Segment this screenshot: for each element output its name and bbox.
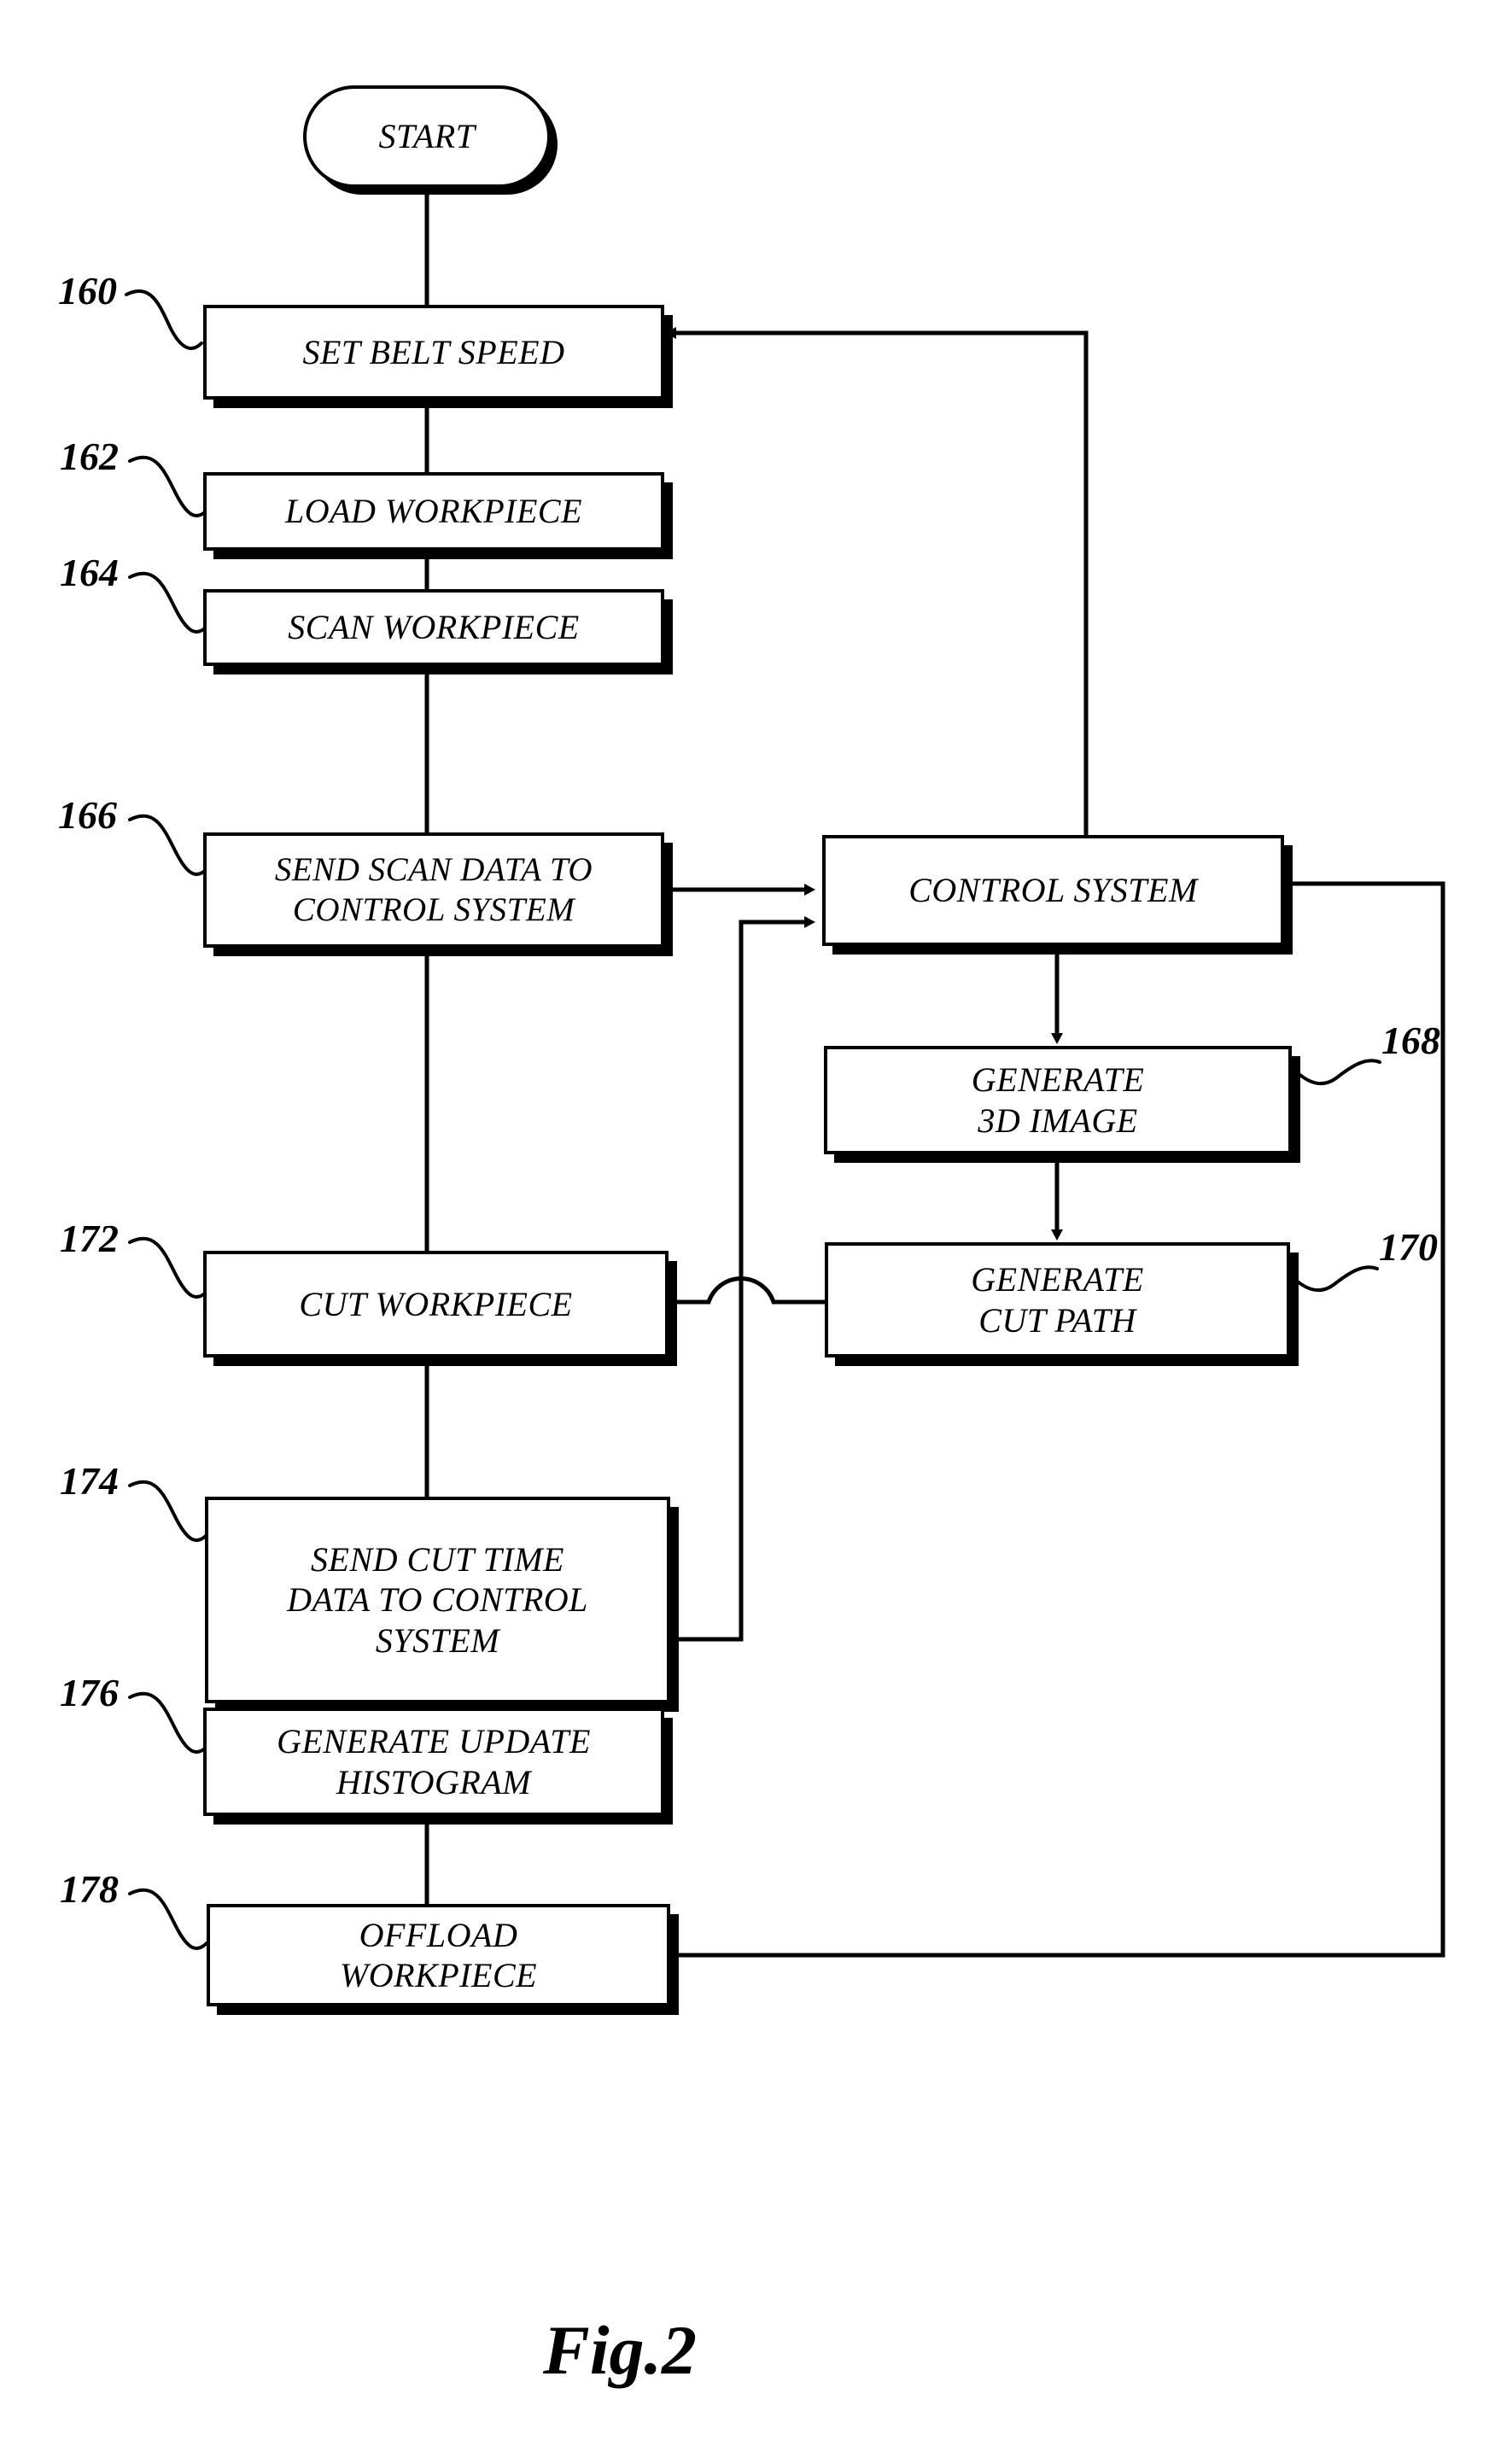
leader-168 <box>1290 1059 1381 1086</box>
node-start-label: START <box>378 117 476 156</box>
node-control-system-label: CONTROL SYSTEM <box>908 871 1198 910</box>
leader-174 <box>128 1480 208 1543</box>
node-generate-cut-path[interactable]: GENERATE CUT PATH <box>825 1242 1290 1358</box>
leader-170 <box>1288 1265 1379 1293</box>
ref-numeral-174: 174 <box>60 1459 119 1503</box>
node-scan-workpiece-label: SCAN WORKPIECE <box>288 608 580 647</box>
node-generate-update-histogram-label: GENERATE UPDATE HISTOGRAM <box>277 1722 591 1801</box>
ref-numeral-160: 160 <box>58 269 117 312</box>
leader-178 <box>128 1888 208 1951</box>
node-offload-workpiece-label: OFFLOAD WORKPIECE <box>339 1915 538 1994</box>
node-set-belt-speed-label: SET BELT SPEED <box>302 332 565 371</box>
ref-numeral-176: 176 <box>60 1671 119 1714</box>
ref-numeral-170: 170 <box>1379 1225 1438 1269</box>
node-send-scan-data-label: SEND SCAN DATA TO CONTROL SYSTEM <box>274 851 593 928</box>
figure-caption: Fig.2 <box>543 2311 697 2389</box>
node-generate-cut-path-label: GENERATE CUT PATH <box>971 1260 1144 1340</box>
ref-numeral-168: 168 <box>1381 1019 1440 1062</box>
node-send-cut-time-data-label: SEND CUT TIME DATA TO CONTROL SYSTEM <box>287 1540 588 1660</box>
leader-166 <box>128 814 208 877</box>
node-start[interactable]: START <box>303 85 551 188</box>
leader-164 <box>128 571 208 634</box>
connector-cut-time-to-control-system <box>674 916 815 1642</box>
ref-numeral-166: 166 <box>58 793 117 837</box>
node-generate-update-histogram[interactable]: GENERATE UPDATE HISTOGRAM <box>203 1708 664 1816</box>
node-scan-workpiece[interactable]: SCAN WORKPIECE <box>203 589 664 666</box>
node-send-scan-data[interactable]: SEND SCAN DATA TO CONTROL SYSTEM <box>203 832 664 948</box>
node-offload-workpiece[interactable]: OFFLOAD WORKPIECE <box>207 1904 670 2006</box>
leader-162 <box>128 455 208 518</box>
ref-numeral-164: 164 <box>60 551 119 594</box>
ref-numeral-162: 162 <box>60 435 119 478</box>
patent-figure-page: START SET BELT SPEED LOAD WORKPIECE SCAN… <box>0 0 1489 2464</box>
node-generate-3d-image-label: GENERATE 3D IMAGE <box>971 1060 1145 1140</box>
node-load-workpiece[interactable]: LOAD WORKPIECE <box>203 472 664 551</box>
node-send-cut-time-data[interactable]: SEND CUT TIME DATA TO CONTROL SYSTEM <box>205 1497 670 1703</box>
connector-control-system-to-set-belt-speed <box>665 327 1089 835</box>
leader-160 <box>125 289 203 350</box>
node-control-system[interactable]: CONTROL SYSTEM <box>822 835 1284 946</box>
node-set-belt-speed[interactable]: SET BELT SPEED <box>203 305 664 400</box>
connector-cut-path-to-cut-workpiece <box>665 1276 825 1308</box>
leader-172 <box>128 1236 208 1299</box>
node-generate-3d-image[interactable]: GENERATE 3D IMAGE <box>824 1046 1292 1154</box>
node-load-workpiece-label: LOAD WORKPIECE <box>284 492 583 531</box>
connector-control-system-to-offload-workpiece <box>665 881 1445 1961</box>
node-cut-workpiece-label: CUT WORKPIECE <box>299 1284 573 1323</box>
node-cut-workpiece[interactable]: CUT WORKPIECE <box>203 1251 669 1358</box>
ref-numeral-172: 172 <box>60 1217 119 1260</box>
leader-176 <box>128 1691 208 1755</box>
ref-numeral-178: 178 <box>60 1867 119 1911</box>
